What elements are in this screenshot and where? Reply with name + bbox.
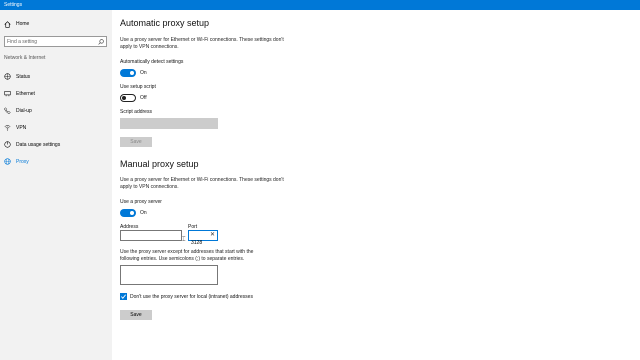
- search-input[interactable]: [7, 38, 95, 46]
- sidebar-item-ethernet[interactable]: Ethernet: [0, 85, 112, 102]
- phone-icon: [4, 107, 11, 114]
- script-address-label: Script address: [120, 109, 152, 115]
- search-box[interactable]: [4, 36, 107, 47]
- port-input[interactable]: [189, 238, 211, 248]
- home-nav-item[interactable]: Home: [4, 19, 29, 29]
- sidebar-item-label: VPN: [16, 124, 27, 131]
- sidebar-nav: Status Ethernet Dial-up VPN Data usage s…: [0, 68, 112, 170]
- setup-script-toggle[interactable]: [120, 94, 136, 102]
- automatic-proxy-heading: Automatic proxy setup: [120, 18, 210, 28]
- exceptions-description: Use the proxy server except for addresse…: [120, 249, 254, 262]
- exceptions-input[interactable]: [121, 266, 217, 284]
- proxy-globe-icon: [4, 158, 11, 165]
- use-proxy-state: On: [140, 210, 147, 216]
- use-proxy-toggle[interactable]: [120, 209, 136, 217]
- window-title: Settings: [4, 2, 23, 8]
- globe-icon: [4, 73, 11, 80]
- local-addresses-checkbox[interactable]: [120, 293, 127, 300]
- title-bar: Settings: [0, 0, 640, 10]
- data-usage-icon: [4, 141, 11, 148]
- use-proxy-label: Use a proxy server: [120, 199, 162, 205]
- sidebar-item-label: Data usage settings: [16, 141, 61, 148]
- sidebar-item-proxy[interactable]: Proxy: [0, 153, 112, 170]
- sidebar-item-label: Proxy: [16, 158, 29, 165]
- ethernet-icon: [4, 90, 11, 97]
- script-address-input[interactable]: [121, 126, 217, 136]
- search-icon[interactable]: [98, 39, 104, 45]
- vpn-icon: [4, 124, 11, 131]
- manual-proxy-heading: Manual proxy setup: [120, 159, 199, 169]
- setup-script-state: Off: [140, 95, 147, 101]
- main-content: Automatic proxy setup Use a proxy server…: [120, 10, 630, 360]
- script-address-field[interactable]: [120, 118, 218, 136]
- section-label: Network & Internet: [4, 55, 46, 61]
- exceptions-field[interactable]: [120, 265, 218, 285]
- sidebar-item-status[interactable]: Status: [0, 68, 112, 85]
- sidebar-item-label: Status: [16, 73, 31, 80]
- text-cursor-icon: ⌶: [182, 237, 186, 243]
- sidebar-item-vpn[interactable]: VPN: [0, 119, 112, 136]
- sidebar-item-label: Dial-up: [16, 107, 32, 114]
- checkmark-icon: [121, 294, 126, 299]
- address-field[interactable]: [120, 230, 182, 248]
- detect-settings-label: Automatically detect settings: [120, 59, 184, 65]
- manual-save-button[interactable]: Save: [120, 310, 152, 320]
- sidebar: Home Network & Internet Status Ethernet …: [0, 10, 112, 360]
- automatic-description: Use a proxy server for Ethernet or Wi-Fi…: [120, 37, 284, 50]
- setup-script-label: Use setup script: [120, 84, 156, 90]
- automatic-save-button[interactable]: Save: [120, 137, 152, 147]
- home-icon: [4, 20, 11, 28]
- clear-icon[interactable]: ✕: [210, 232, 215, 239]
- address-input[interactable]: [121, 238, 181, 248]
- sidebar-item-dial-up[interactable]: Dial-up: [0, 102, 112, 119]
- sidebar-item-label: Ethernet: [16, 90, 35, 97]
- sidebar-item-data-usage[interactable]: Data usage settings: [0, 136, 112, 153]
- detect-settings-state: On: [140, 70, 147, 76]
- local-addresses-label: Don't use the proxy server for local (in…: [130, 294, 253, 300]
- home-label: Home: [16, 21, 30, 27]
- detect-settings-toggle[interactable]: [120, 69, 136, 77]
- port-field[interactable]: ✕: [188, 230, 218, 248]
- manual-description: Use a proxy server for Ethernet or Wi-Fi…: [120, 177, 284, 190]
